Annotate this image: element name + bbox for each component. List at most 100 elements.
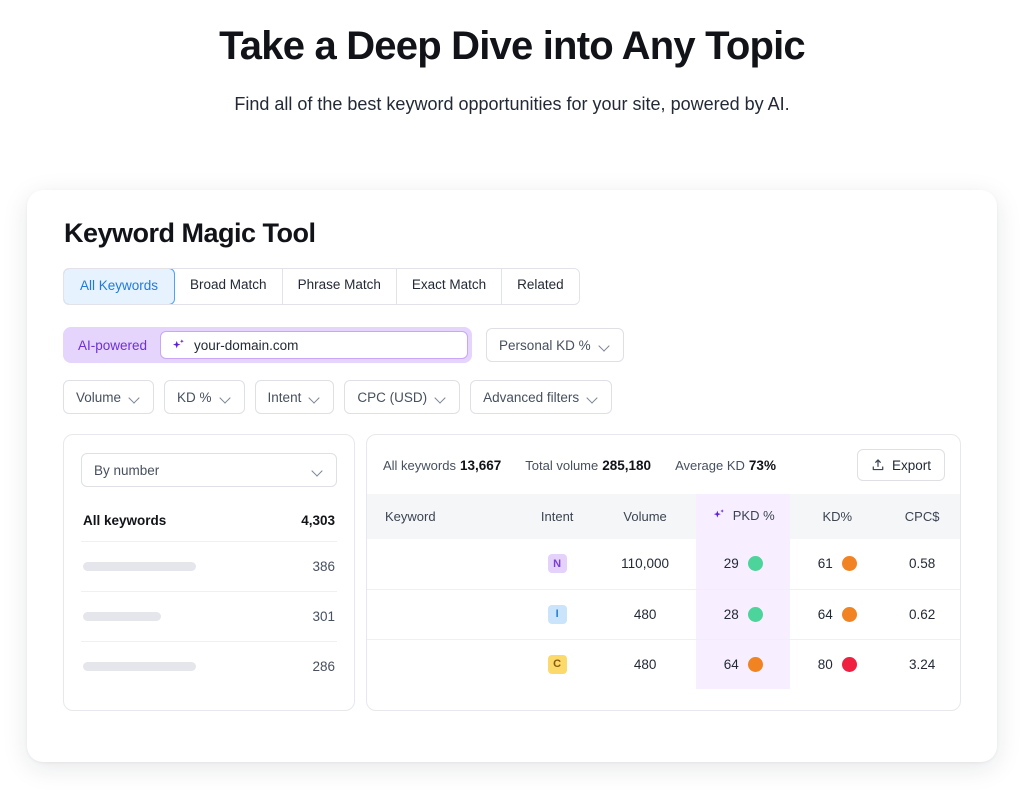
keyword-results-panel: All keywords13,667 Total volume 285,180 Ave… bbox=[366, 434, 961, 711]
results-stats-bar: All keywords13,667 Total volume 285,180 Ave… bbox=[367, 435, 960, 494]
column-header-pkd[interactable]: PKD % bbox=[696, 494, 790, 539]
cell-volume: 110,000 bbox=[594, 539, 696, 589]
tab-label: Broad Match bbox=[190, 277, 267, 292]
keyword-group-count: 301 bbox=[312, 609, 335, 624]
domain-search-input[interactable]: your-domain.com bbox=[160, 331, 468, 359]
chevron-down-icon bbox=[313, 467, 324, 474]
sort-by-value: By number bbox=[94, 463, 159, 478]
filter-intent[interactable]: Intent bbox=[255, 380, 335, 414]
ai-powered-label: AI-powered bbox=[67, 338, 160, 353]
hero-section: Take a Deep Dive into Any Topic Find all… bbox=[0, 0, 1024, 115]
column-label: KD% bbox=[822, 509, 852, 524]
filter-volume[interactable]: Volume bbox=[63, 380, 154, 414]
column-label: CPC$ bbox=[905, 509, 940, 524]
status-badge: All keywords13,667 bbox=[383, 458, 501, 473]
tab-label: Exact Match bbox=[412, 277, 486, 292]
column-header-keyword[interactable]: Keyword bbox=[367, 494, 520, 539]
stat-value: 73% bbox=[749, 458, 776, 473]
keyword-group-count: 286 bbox=[312, 659, 335, 674]
column-label: Keyword bbox=[385, 509, 436, 524]
cell-cpc: 0.62 bbox=[884, 589, 960, 639]
pkd-status-dot bbox=[748, 607, 763, 622]
column-header-intent[interactable]: Intent bbox=[520, 494, 594, 539]
cell-keyword bbox=[367, 539, 520, 589]
page-subtitle: Find all of the best keyword opportuniti… bbox=[0, 94, 1024, 115]
filter-label: Volume bbox=[76, 390, 121, 405]
column-header-volume[interactable]: Volume bbox=[594, 494, 696, 539]
list-item[interactable]: 286 bbox=[81, 641, 337, 691]
chevron-down-icon bbox=[436, 394, 447, 401]
kd-status-dot bbox=[842, 657, 857, 672]
column-header-cpc[interactable]: CPC$ bbox=[884, 494, 960, 539]
personal-kd-dropdown[interactable]: Personal KD % bbox=[486, 328, 624, 362]
cell-kd: 64 bbox=[790, 589, 884, 639]
chevron-down-icon bbox=[221, 394, 232, 401]
tab-label: All Keywords bbox=[80, 278, 158, 293]
tab-exact-match[interactable]: Exact Match bbox=[397, 269, 502, 304]
table-row[interactable]: C48064803.24 bbox=[367, 639, 960, 689]
cell-cpc: 3.24 bbox=[884, 639, 960, 689]
list-item[interactable]: 386 bbox=[81, 541, 337, 591]
pkd-value: 64 bbox=[724, 657, 739, 672]
keyword-groups-panel: By number All keywords 4,303 386 301 286 bbox=[63, 434, 355, 711]
personal-kd-label: Personal KD % bbox=[499, 338, 591, 353]
keyword-results-table: KeywordIntentVolumePKD %KD%CPC$ N110,000… bbox=[367, 494, 960, 689]
tab-label: Phrase Match bbox=[298, 277, 381, 292]
tab-related[interactable]: Related bbox=[502, 269, 579, 304]
export-button[interactable]: Export bbox=[857, 449, 945, 481]
kd-status-dot bbox=[842, 556, 857, 571]
stat-label: Total volume bbox=[525, 458, 598, 473]
cell-kd: 61 bbox=[790, 539, 884, 589]
tab-phrase-match[interactable]: Phrase Match bbox=[283, 269, 397, 304]
keyword-magic-tool-card: Keyword Magic Tool All Keywords Broad Mat… bbox=[27, 190, 997, 762]
filter-cpc-usd[interactable]: CPC (USD) bbox=[344, 380, 460, 414]
filter-kd[interactable]: KD % bbox=[164, 380, 245, 414]
column-header-kd[interactable]: KD% bbox=[790, 494, 884, 539]
export-label: Export bbox=[892, 458, 931, 473]
cell-pkd: 28 bbox=[696, 589, 790, 639]
stat-value: 13,667 bbox=[460, 458, 501, 473]
match-type-tabs: All Keywords Broad Match Phrase Match Exact… bbox=[63, 268, 580, 305]
pkd-status-dot bbox=[748, 657, 763, 672]
export-upload-icon bbox=[871, 458, 885, 472]
table-body: N110,00029610.58I48028640.62C48064803.24 bbox=[367, 539, 960, 689]
all-keywords-label: All keywords bbox=[83, 513, 166, 528]
sparkle-icon bbox=[712, 508, 726, 522]
column-label: Intent bbox=[541, 509, 574, 524]
stat-value: 285,180 bbox=[602, 458, 651, 473]
stat-label: Average KD bbox=[675, 458, 745, 473]
search-row: AI-powered your-domain.com Personal KD % bbox=[63, 327, 961, 363]
all-keywords-count: 4,303 bbox=[301, 513, 335, 528]
tool-title: Keyword Magic Tool bbox=[64, 218, 961, 249]
status-badge: Average KD 73% bbox=[675, 458, 776, 473]
ai-powered-search: AI-powered your-domain.com bbox=[63, 327, 472, 363]
tab-label: Related bbox=[517, 277, 564, 292]
cell-keyword bbox=[367, 639, 520, 689]
chevron-down-icon bbox=[588, 394, 599, 401]
cell-pkd: 29 bbox=[696, 539, 790, 589]
intent-badge: I bbox=[548, 605, 567, 624]
pkd-value: 29 bbox=[724, 556, 739, 571]
filter-advanced-filters[interactable]: Advanced filters bbox=[470, 380, 612, 414]
table-row[interactable]: N110,00029610.58 bbox=[367, 539, 960, 589]
chevron-down-icon bbox=[600, 342, 611, 349]
page-title: Take a Deep Dive into Any Topic bbox=[0, 22, 1024, 70]
cell-cpc: 0.58 bbox=[884, 539, 960, 589]
table-row[interactable]: I48028640.62 bbox=[367, 589, 960, 639]
sparkle-icon bbox=[171, 338, 186, 353]
pkd-status-dot bbox=[748, 556, 763, 571]
kd-value: 80 bbox=[818, 657, 833, 672]
list-item[interactable]: 301 bbox=[81, 591, 337, 641]
kd-status-dot bbox=[842, 607, 857, 622]
tab-broad-match[interactable]: Broad Match bbox=[175, 269, 283, 304]
chevron-down-icon bbox=[310, 394, 321, 401]
filter-label: CPC (USD) bbox=[357, 390, 427, 405]
pkd-value: 28 bbox=[724, 607, 739, 622]
cell-volume: 480 bbox=[594, 639, 696, 689]
tab-all-keywords[interactable]: All Keywords bbox=[63, 268, 175, 305]
keyword-group-count: 386 bbox=[312, 559, 335, 574]
sort-by-select[interactable]: By number bbox=[81, 453, 337, 487]
kd-value: 64 bbox=[818, 607, 833, 622]
keyword-group-placeholder bbox=[83, 612, 161, 621]
filter-label: KD % bbox=[177, 390, 212, 405]
